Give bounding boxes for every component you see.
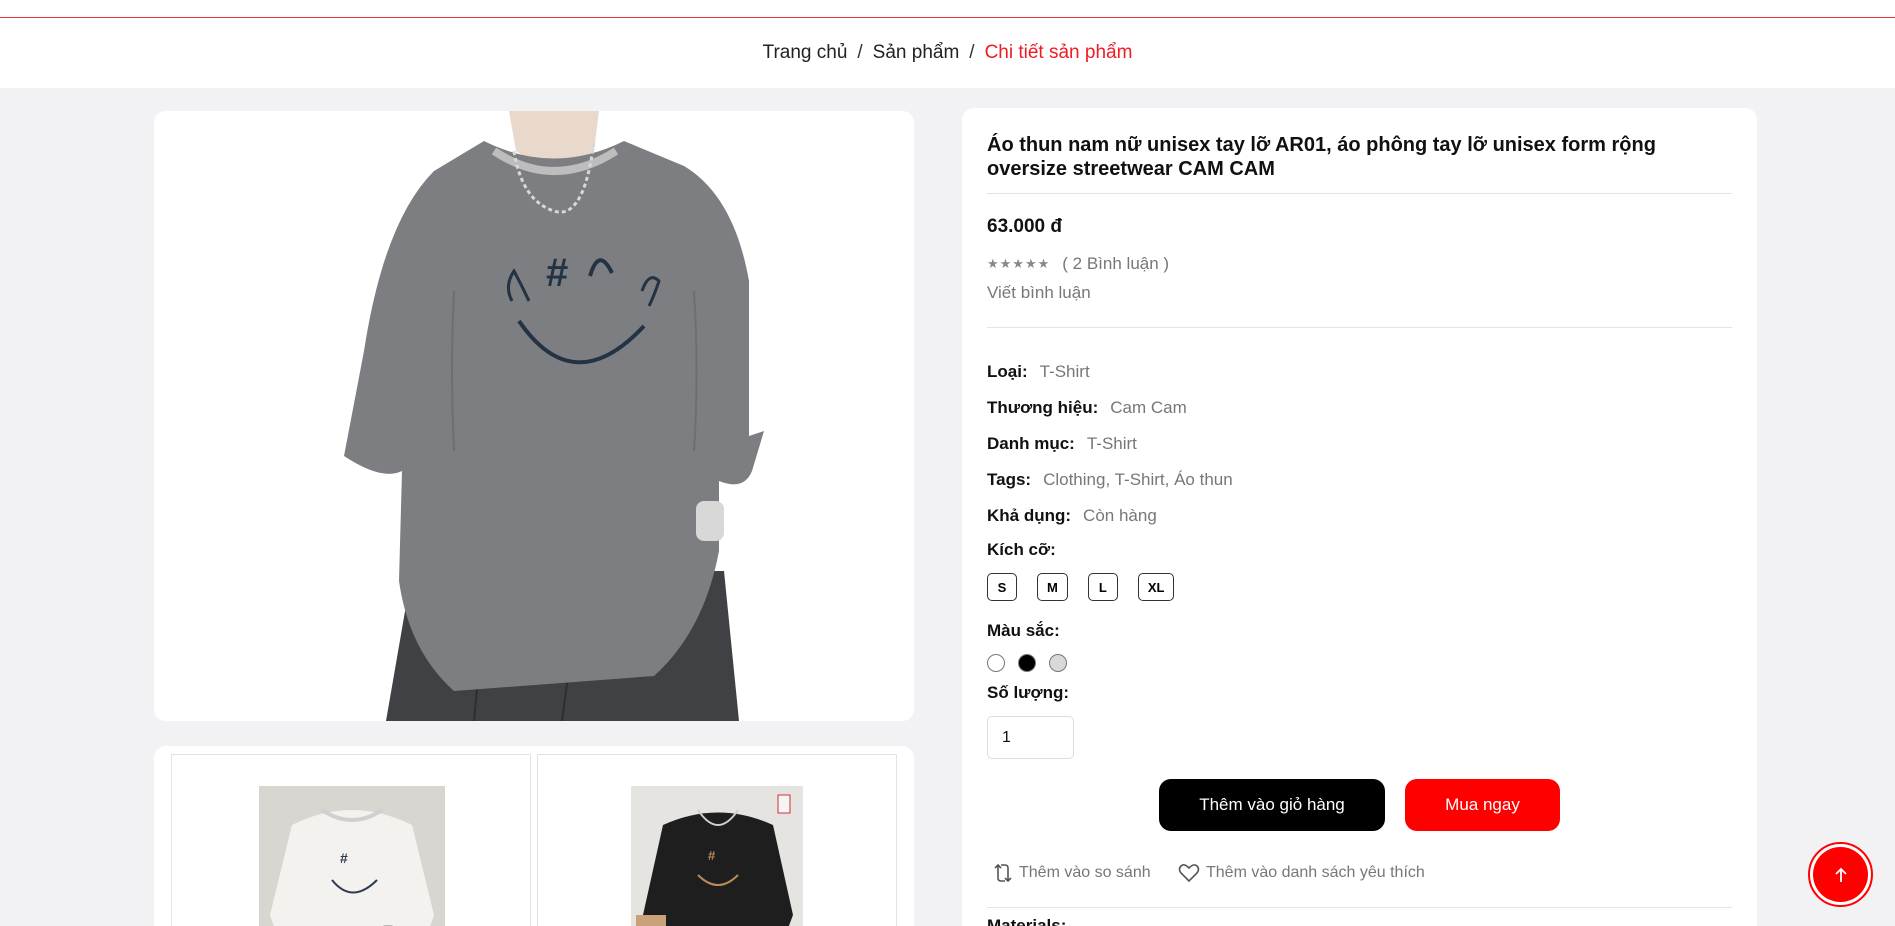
scroll-to-top-button[interactable] (1808, 842, 1873, 907)
thumbnail-black-tshirt[interactable]: # (537, 754, 897, 926)
spec-label: Thương hiệu: (987, 398, 1099, 417)
main-product-image[interactable]: # (154, 111, 914, 721)
thumbnail-gallery: # # (154, 746, 914, 926)
size-option-s[interactable]: S (987, 573, 1017, 601)
spec-label: Danh mục: (987, 434, 1075, 453)
rating-stars-icon: ★★★★★ (987, 256, 1051, 271)
breadcrumb-current: Chi tiết sản phẩm (984, 42, 1133, 63)
quantity-label: Số lượng: (987, 683, 1069, 702)
product-rating: ★★★★★ ( 2 Bình luận ) (987, 254, 1169, 274)
spec-value: T-Shirt (1086, 434, 1137, 453)
spec-brand: Thương hiệu: Cam Cam (987, 398, 1187, 418)
add-to-cart-button[interactable]: Thêm vào giỏ hàng (1159, 779, 1385, 831)
svg-text:#: # (708, 848, 716, 863)
product-price: 63.000 đ (987, 216, 1062, 237)
color-swatch-gray[interactable] (1049, 654, 1067, 672)
product-info-panel: Áo thun nam nữ unisex tay lỡ AR01, áo ph… (962, 108, 1757, 926)
spec-label: Khả dụng: (987, 506, 1072, 525)
divider (987, 327, 1732, 328)
color-options (987, 654, 1067, 672)
compare-icon (994, 863, 1012, 883)
spec-value: Cam Cam (1110, 398, 1187, 417)
breadcrumb: Trang chủ / Sản phẩm / Chi tiết sản phẩm (0, 18, 1895, 88)
materials-label: Materials: (987, 916, 1067, 926)
header-border (0, 0, 1895, 18)
breadcrumb-separator: / (857, 42, 863, 63)
product-photo-gray-tshirt: # (154, 111, 914, 721)
heart-icon (1178, 864, 1200, 883)
rating-count[interactable]: ( 2 Bình luận ) (1062, 254, 1169, 274)
spec-tags: Tags: Clothing, T-Shirt, Áo thun (987, 470, 1233, 490)
spec-value: Còn hàng (1083, 506, 1157, 525)
size-option-l[interactable]: L (1087, 573, 1118, 601)
divider (987, 193, 1732, 194)
color-label: Màu sắc: (987, 621, 1060, 640)
breadcrumb-home-link[interactable]: Trang chủ (763, 42, 848, 64)
size-label: Kích cỡ: (987, 540, 1056, 559)
product-title: Áo thun nam nữ unisex tay lỡ AR01, áo ph… (987, 134, 1656, 180)
svg-text:#: # (546, 251, 568, 295)
color-swatch-white[interactable] (987, 654, 1005, 672)
quantity-input[interactable] (987, 716, 1074, 759)
spec-type: Loại: T-Shirt (987, 362, 1090, 382)
spec-label: Loại: (987, 362, 1028, 381)
arrow-up-icon (1834, 867, 1847, 882)
svg-text:#: # (340, 850, 348, 866)
spec-value[interactable]: Clothing, T-Shirt, Áo thun (1043, 470, 1233, 490)
size-option-m[interactable]: M (1037, 573, 1068, 601)
breadcrumb-products-link[interactable]: Sản phẩm (873, 42, 960, 64)
breadcrumb-separator: / (969, 42, 975, 63)
compare-label: Thêm vào so sánh (1019, 864, 1151, 881)
scroll-to-top-inner (1813, 847, 1868, 902)
thumbnail-photo-black: # (631, 786, 803, 926)
spec-value: T-Shirt (1039, 362, 1090, 381)
wishlist-label: Thêm vào danh sách yêu thích (1206, 864, 1425, 881)
spec-label: Tags: (987, 470, 1032, 489)
spec-category: Danh mục: T-Shirt (987, 434, 1137, 454)
thumbnail-white-tshirt[interactable]: # (171, 754, 531, 926)
write-review-link[interactable]: Viết bình luận (987, 283, 1091, 303)
size-options: S M L XL (987, 573, 1175, 601)
size-option-xl[interactable]: XL (1137, 573, 1175, 601)
spec-availability: Khả dụng: Còn hàng (987, 506, 1157, 526)
add-to-compare-button[interactable]: Thêm vào so sánh (993, 863, 1151, 883)
buy-now-button[interactable]: Mua ngay (1405, 779, 1560, 831)
add-to-wishlist-button[interactable]: Thêm vào danh sách yêu thích (1178, 863, 1425, 883)
divider (987, 907, 1732, 908)
color-swatch-black[interactable] (1018, 654, 1036, 672)
thumbnail-photo-white: # (259, 786, 445, 926)
